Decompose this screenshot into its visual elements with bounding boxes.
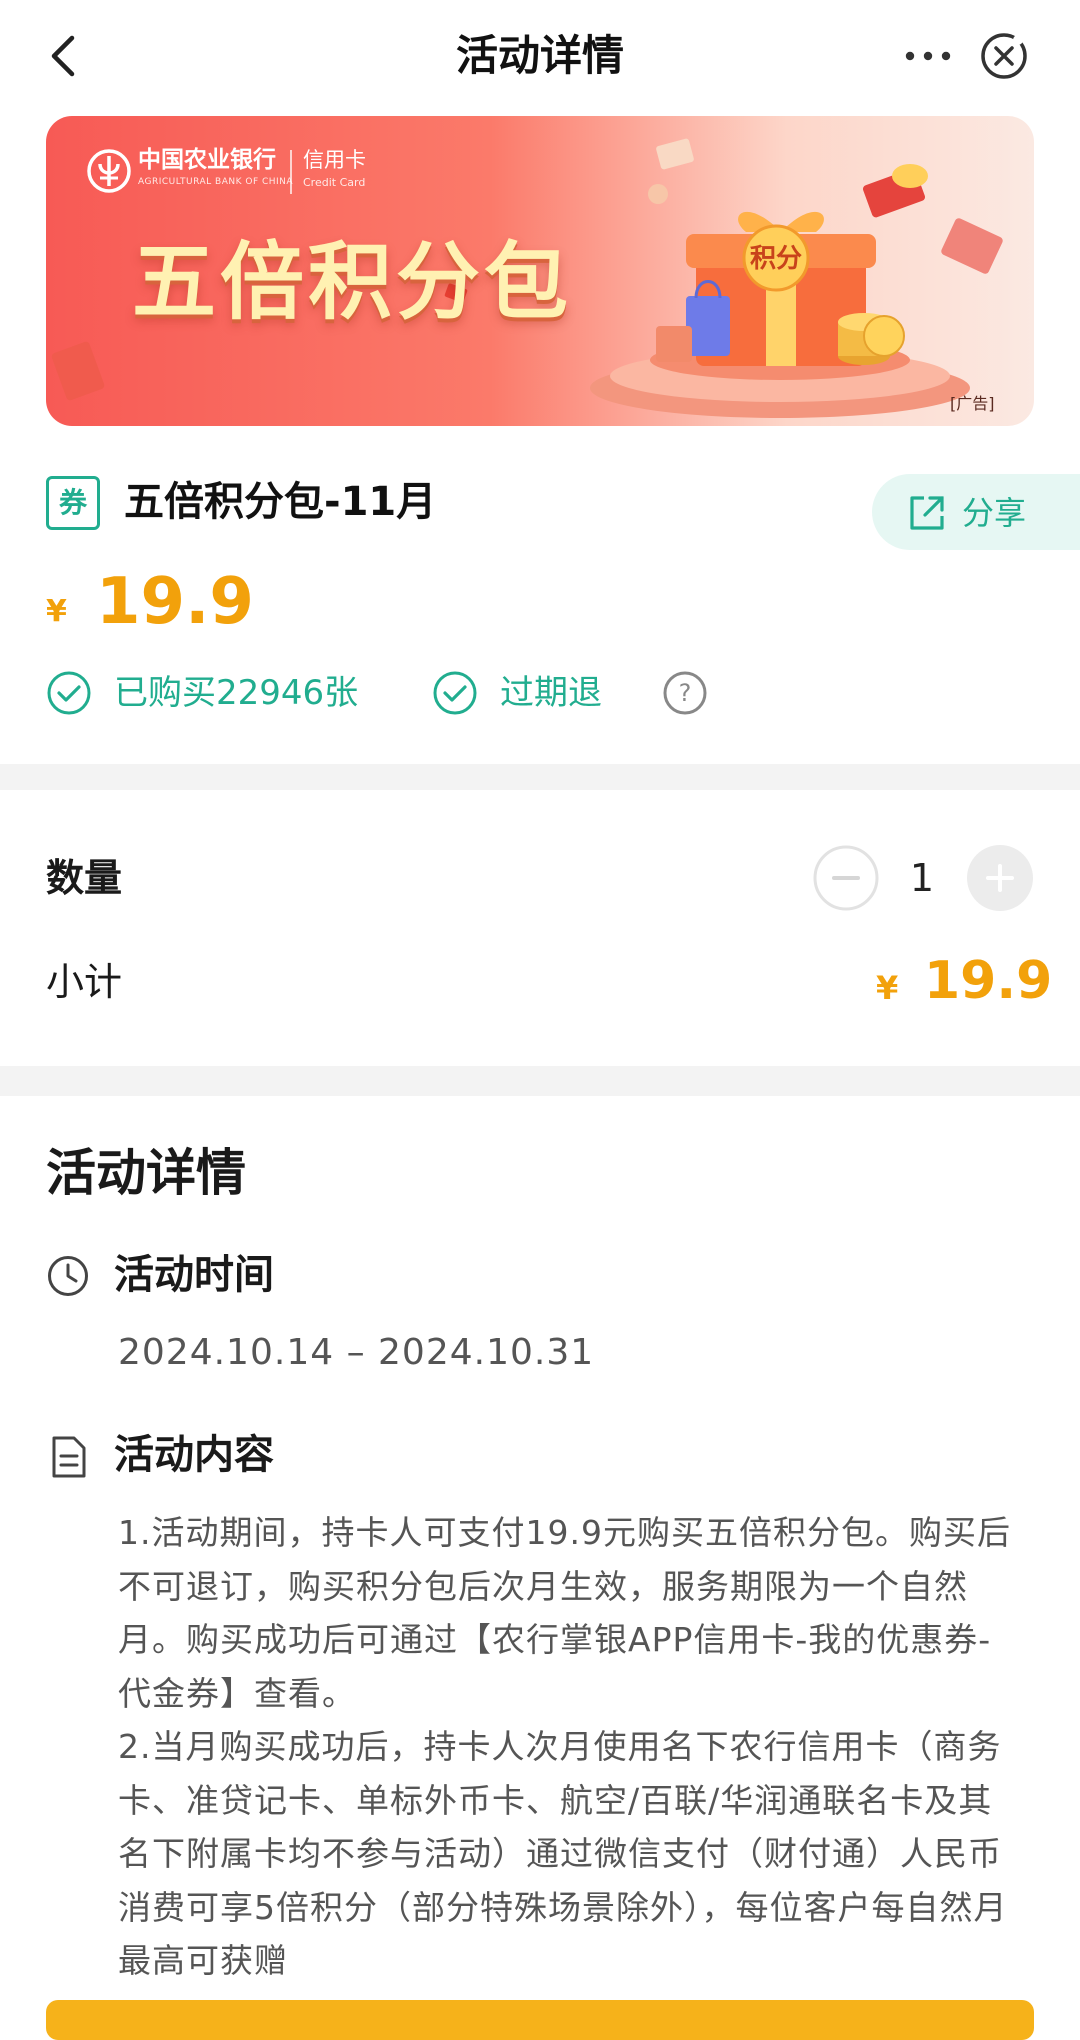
bank-name-en: AGRICULTURAL BANK OF CHINA — [138, 177, 294, 187]
price: 19.9 — [96, 565, 254, 639]
more-icon[interactable] — [898, 30, 958, 82]
section-divider — [0, 1066, 1080, 1096]
quantity-value: 1 — [909, 856, 935, 900]
share-label[interactable]: 分享 — [962, 490, 1026, 536]
ad-badge: [广告] — [950, 394, 995, 413]
content-paragraph: 1.活动期间，持卡人可支付19.9元购买五倍积分包。购买后不可退订，购买积分包后… — [118, 1513, 1011, 1713]
abc-logo-icon — [86, 148, 132, 194]
subtotal-value: 19.9 — [924, 951, 1053, 1011]
svg-text:?: ? — [679, 679, 692, 707]
buy-button[interactable] — [46, 2000, 1034, 2040]
activity-content-label: 活动内容 — [114, 1432, 274, 1478]
gift-label: 积分 — [749, 244, 802, 274]
close-icon[interactable] — [976, 28, 1032, 84]
details-title: 活动详情 — [46, 1144, 246, 1202]
section-divider — [0, 764, 1080, 790]
bank-name: 中国农业银行 — [138, 147, 276, 173]
banner-title: 五倍积分包 — [132, 233, 573, 331]
activity-time-label: 活动时间 — [114, 1252, 274, 1298]
expire-refund-label: 过期退 — [500, 673, 602, 713]
card-type-en: Credit Card — [303, 176, 366, 189]
bought-count: 已购买22946张 — [114, 673, 359, 713]
divider — [290, 150, 292, 194]
quantity-label: 数量 — [46, 856, 123, 900]
subtotal-currency: ¥ — [876, 969, 899, 1007]
subtotal-label: 小计 — [46, 960, 123, 1004]
clock-icon — [46, 1254, 90, 1298]
check-circle-icon — [432, 670, 478, 716]
activity-content-text: 1.活动期间，持卡人可支付19.9元购买五倍积分包。购买后不可退订，购买积分包后… — [118, 1506, 1018, 1976]
increase-button[interactable] — [966, 844, 1034, 912]
coupon-icon: 券 — [46, 476, 100, 530]
share-icon[interactable] — [906, 492, 948, 534]
help-icon[interactable]: ? — [662, 670, 708, 716]
product-name: 五倍积分包-11月 — [124, 479, 437, 525]
decrease-button[interactable] — [812, 844, 880, 912]
card-type: 信用卡 — [303, 148, 366, 172]
currency-symbol: ¥ — [46, 594, 67, 629]
content-paragraph: 2.当月购买成功后，持卡人次月使用名下农行信用卡（商务卡、准贷记卡、单标外币卡、… — [118, 1727, 1008, 1976]
document-icon — [48, 1434, 90, 1480]
activity-time-value: 2024.10.14 – 2024.10.31 — [118, 1332, 595, 1373]
check-circle-icon — [46, 670, 92, 716]
